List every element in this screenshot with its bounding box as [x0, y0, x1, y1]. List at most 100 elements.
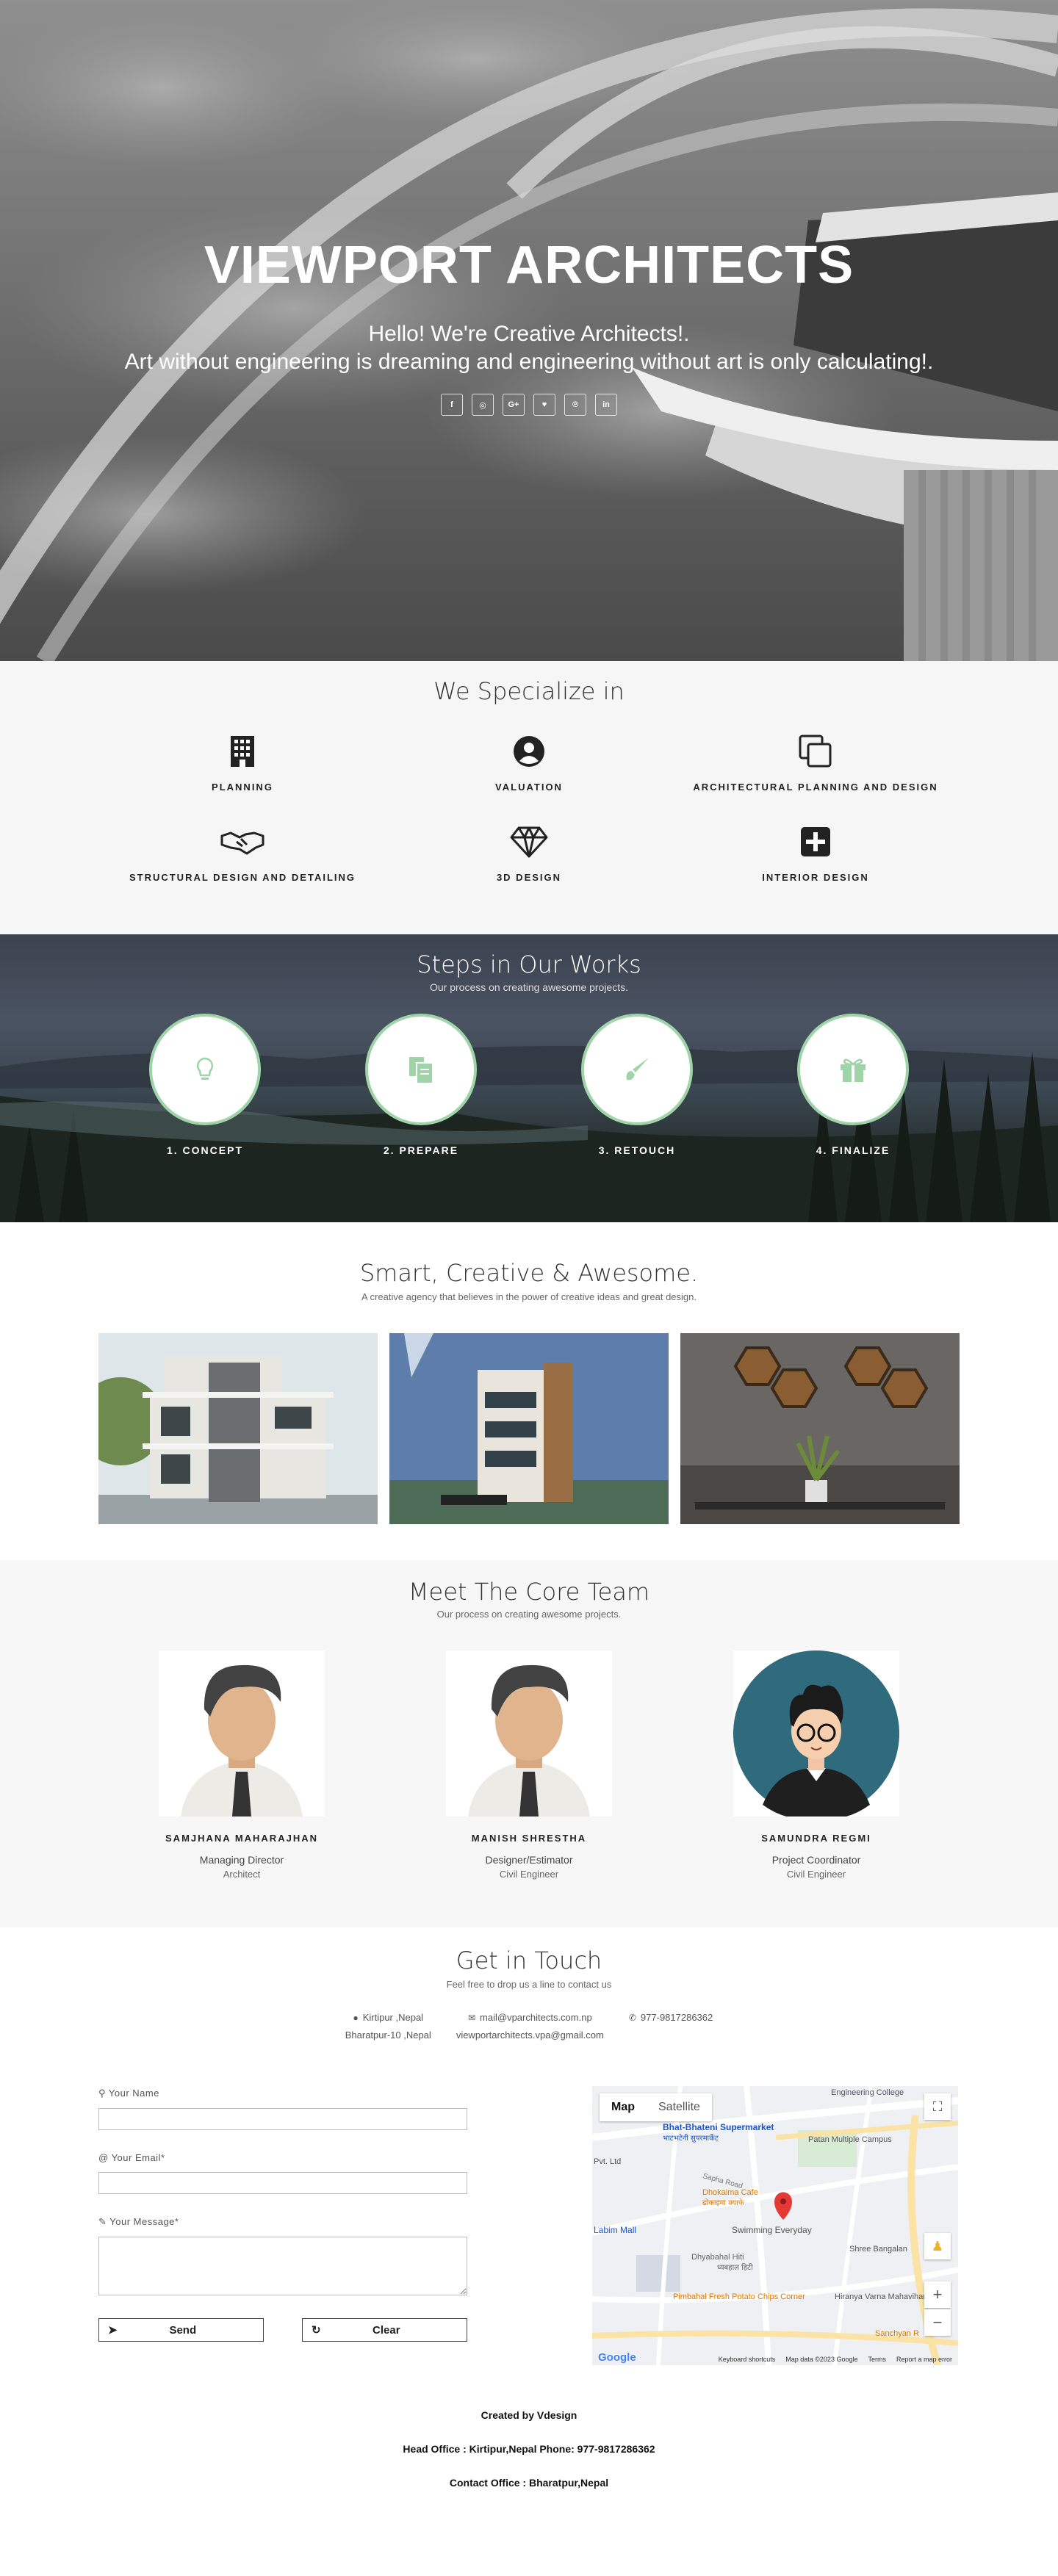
instagram-icon[interactable]: ◎: [472, 394, 494, 416]
team-member: SAMUNDRA REGMI Project Coordinator Civil…: [733, 1650, 899, 1880]
portfolio-image-interior[interactable]: [680, 1333, 960, 1524]
step-label: 1. CONCEPT: [166, 1144, 243, 1156]
paper-plane-icon: ➤: [108, 2324, 118, 2337]
portfolio-image-house[interactable]: [98, 1333, 378, 1524]
message-textarea[interactable]: [98, 2237, 467, 2295]
contact-subtitle: Feel free to drop us a line to contact u…: [446, 1979, 612, 1990]
keyboard-shortcuts-link[interactable]: Keyboard shortcuts: [719, 2356, 776, 2363]
step-label: 3. RETOUCH: [598, 1144, 676, 1156]
step-label: 2. PREPARE: [383, 1144, 459, 1156]
map-label: ढोकाइमा क्याफे: [702, 2198, 744, 2207]
name-label: Your Name: [108, 2088, 159, 2099]
map-label: Dhyabahal Hiti: [691, 2253, 744, 2262]
email-info: ✉ mail@vparchitects.com.np viewportarchit…: [456, 2009, 604, 2044]
step-concept: 1. CONCEPT: [149, 1014, 261, 1156]
map-label: Engineering College: [831, 2088, 904, 2097]
map-label: Dhokaima Cafe: [702, 2188, 758, 2197]
building-icon: [99, 733, 386, 770]
refresh-icon: ↻: [312, 2324, 321, 2337]
specialize-item-valuation: VALUATION: [386, 733, 672, 793]
member-name: MANISH SHRESTHA: [471, 1833, 587, 1844]
address-line-1: Kirtipur ,Nepal: [362, 2012, 424, 2023]
gift-icon: [797, 1014, 909, 1125]
map-label: भाटभटेनी सुपरमार्केट: [663, 2134, 719, 2143]
specialize-item-interior: INTERIOR DESIGN: [672, 823, 959, 883]
map-label: Hiranya Varna Mahavihar: [835, 2292, 926, 2301]
member-role: Designer/Estimator: [485, 1854, 573, 1866]
avatar: [446, 1650, 612, 1816]
specialize-label: INTERIOR DESIGN: [762, 872, 869, 883]
message-label: Your Message*: [109, 2216, 179, 2227]
name-input[interactable]: [98, 2108, 467, 2130]
map-label: Shree Bangalan: [849, 2245, 907, 2254]
steps-subtitle: Our process on creating awesome projects…: [429, 981, 628, 993]
member-subrole: Civil Engineer: [786, 1869, 846, 1880]
send-button[interactable]: ➤ Send: [98, 2318, 264, 2342]
phone-number: 977-9817286362: [640, 2012, 713, 2023]
specialize-label: ARCHITECTURAL PLANNING AND DESIGN: [693, 782, 938, 793]
specialize-item-architectural: ARCHITECTURAL PLANNING AND DESIGN: [672, 733, 959, 793]
pegman-icon[interactable]: ♟: [924, 2233, 951, 2259]
map-type-tabs: Map Satellite: [600, 2093, 712, 2121]
zoom-in-icon[interactable]: +: [924, 2281, 951, 2308]
diamond-icon: [386, 823, 672, 860]
email-link-2[interactable]: viewportarchitects.vpa@gmail.com: [456, 2030, 604, 2041]
map-tab-map[interactable]: Map: [600, 2093, 647, 2121]
clone-icon: [672, 733, 959, 770]
site-footer: Created by Vdesign Head Office : Kirtipu…: [0, 2367, 1058, 2576]
clear-button[interactable]: ↻ Clear: [302, 2318, 467, 2342]
files-icon: [365, 1014, 477, 1125]
portfolio-section: Smart, Creative & Awesome. A creative ag…: [0, 1222, 1058, 1560]
step-label: 4. FINALIZE: [816, 1144, 890, 1156]
vdesign-link[interactable]: Vdesign: [537, 2409, 577, 2421]
fullscreen-icon[interactable]: ⛶: [924, 2093, 951, 2120]
team-member: SAMJHANA MAHARAJHAN Managing Director Ar…: [159, 1650, 325, 1880]
portfolio-subtitle: A creative agency that believes in the p…: [361, 1291, 697, 1302]
hero-tagline: Art without engineering is dreaming and …: [124, 350, 934, 374]
contact-form: ⚲ Your Name @ Your Email* ✎ Your Message…: [98, 2088, 467, 2342]
portfolio-image-building[interactable]: [389, 1333, 669, 1524]
specialize-item-planning: PLANNING: [99, 733, 386, 793]
linkedin-icon[interactable]: in: [595, 394, 617, 416]
brush-icon: [581, 1014, 693, 1125]
team-section: Meet The Core Team Our process on creati…: [0, 1560, 1058, 1927]
map-footer: Keyboard shortcuts Map data ©2023 Google…: [592, 2353, 958, 2365]
map-label: Pvt. Ltd: [594, 2157, 621, 2166]
social-links: f ◎ G+ ♥ ℗ in: [0, 394, 1058, 416]
head-office: Head Office : Kirtipur,Nepal Phone: 977-…: [403, 2443, 655, 2455]
created-by-prefix: Created by: [481, 2409, 537, 2421]
pinterest-icon[interactable]: ℗: [564, 394, 586, 416]
step-prepare: 2. PREPARE: [365, 1014, 477, 1156]
phone-icon: ✆: [628, 2013, 636, 2023]
terms-link[interactable]: Terms: [868, 2356, 886, 2363]
map-label: Patan Multiple Campus: [808, 2135, 892, 2144]
report-error-link[interactable]: Report a map error: [896, 2356, 952, 2363]
email-input[interactable]: [98, 2172, 467, 2194]
twitter-icon[interactable]: ♥: [533, 394, 555, 416]
hero-section: VIEWPORT ARCHITECTS Hello! We're Creativ…: [0, 0, 1058, 661]
facebook-icon[interactable]: f: [441, 394, 463, 416]
team-subtitle: Our process on creating awesome projects…: [436, 1609, 622, 1620]
steps-title: Steps in Our Works: [417, 950, 641, 978]
address-info: ● Kirtipur ,Nepal Bharatpur-10 ,Nepal: [345, 2009, 431, 2044]
avatar: [733, 1650, 899, 1819]
member-role: Managing Director: [199, 1854, 284, 1866]
google-map[interactable]: Engineering College Bhat-Bhateni Superma…: [592, 2086, 958, 2365]
specialize-label: STRUCTURAL DESIGN AND DETAILING: [129, 872, 356, 883]
user-circle-icon: [386, 733, 672, 770]
at-icon: @: [98, 2152, 112, 2163]
map-tab-satellite[interactable]: Satellite: [647, 2093, 712, 2121]
specialize-title: We Specialize in: [433, 677, 625, 705]
specialize-label: PLANNING: [212, 782, 273, 793]
map-canvas[interactable]: Engineering College Bhat-Bhateni Superma…: [592, 2086, 958, 2365]
plus-square-icon: [672, 823, 959, 860]
email-link-1[interactable]: mail@vparchitects.com.np: [480, 2012, 592, 2023]
member-name: SAMJHANA MAHARAJHAN: [165, 1833, 318, 1844]
contact-title: Get in Touch: [456, 1947, 602, 1974]
zoom-out-icon[interactable]: −: [924, 2309, 951, 2336]
google-plus-icon[interactable]: G+: [503, 394, 525, 416]
avatar: [159, 1650, 325, 1816]
steps-section: Steps in Our Works Our process on creati…: [0, 934, 1058, 1222]
user-icon: ⚲: [98, 2088, 109, 2099]
member-role: Project Coordinator: [771, 1854, 861, 1866]
